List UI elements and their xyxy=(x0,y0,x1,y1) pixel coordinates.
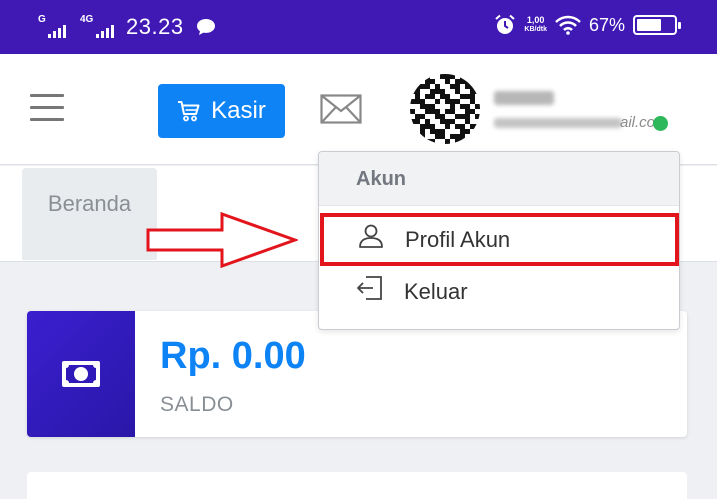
chat-bubble-icon xyxy=(196,19,215,35)
dropdown-header: Akun xyxy=(319,152,679,206)
network-label-g: G xyxy=(38,14,46,25)
online-status-indicator xyxy=(653,116,668,131)
saldo-label: SALDO xyxy=(160,393,234,416)
speed-value: 1,00 xyxy=(526,15,545,25)
signal-g: G xyxy=(38,14,66,38)
speed-unit: KB/dtk xyxy=(524,26,547,33)
signal-icon xyxy=(96,25,114,38)
menu-item-keluar[interactable]: Keluar xyxy=(319,266,679,318)
menu-item-label: Keluar xyxy=(404,279,468,304)
status-bar: G 4G 23.23 1,00 KB/dtk 67% xyxy=(0,0,717,54)
status-right: 1,00 KB/dtk 67% xyxy=(494,14,681,36)
hamburger-icon[interactable] xyxy=(30,94,64,122)
signal-icon xyxy=(48,25,66,38)
status-left: G 4G 23.23 xyxy=(38,14,216,40)
username-redacted xyxy=(494,91,554,105)
alarm-icon xyxy=(495,14,516,34)
wifi-icon xyxy=(555,15,581,35)
kasir-button-label: Kasir xyxy=(211,97,266,124)
secondary-card xyxy=(27,472,687,499)
tab-beranda-label: Beranda xyxy=(47,191,132,216)
battery-fill xyxy=(637,19,662,31)
battery-percent: 67% xyxy=(588,14,625,35)
avatar[interactable] xyxy=(410,74,480,144)
email-redacted xyxy=(494,118,622,128)
menu-item-label: Profil Akun xyxy=(405,226,511,252)
battery-icon xyxy=(633,15,681,35)
mail-icon[interactable] xyxy=(320,94,362,124)
balance-card-icon-box xyxy=(27,311,135,437)
money-icon xyxy=(62,361,100,387)
kasir-button[interactable]: Kasir xyxy=(158,84,285,138)
logout-icon xyxy=(357,276,382,300)
cart-icon xyxy=(178,101,200,122)
saldo-amount: Rp. 0.00 xyxy=(160,335,306,377)
clock-time: 23.23 xyxy=(126,14,184,39)
network-speed: 1,00 KB/dtk xyxy=(524,16,547,34)
signal-4g: 4G xyxy=(80,14,114,38)
tab-beranda[interactable]: Beranda xyxy=(22,168,157,260)
annotation-arrow-icon xyxy=(146,211,298,269)
account-dropdown-menu: Akun Profil Akun Keluar xyxy=(318,151,680,330)
app-header: Kasir ail.com xyxy=(0,54,717,165)
user-icon xyxy=(359,224,383,248)
menu-item-profil-akun[interactable]: Profil Akun xyxy=(320,213,679,266)
network-label-4g: 4G xyxy=(80,14,94,25)
